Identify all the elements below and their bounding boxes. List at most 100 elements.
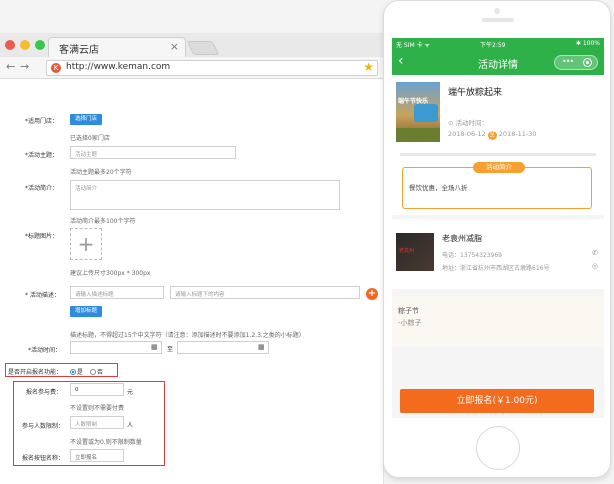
add-title-button[interactable]: 增加标题 bbox=[70, 306, 103, 317]
tab-bar: 客满云店 × bbox=[0, 33, 384, 57]
speaker-icon bbox=[482, 18, 514, 22]
plus-icon: + bbox=[77, 232, 95, 256]
phone-icon[interactable]: ✆ bbox=[592, 249, 598, 257]
subject-hint: 活动主题最多20个字符 bbox=[70, 169, 132, 176]
browser-window: 客满云店 × ← → K http://www.keman.com ★ *适用门… bbox=[0, 33, 384, 484]
end-date-input[interactable] bbox=[177, 341, 269, 354]
url-text: http://www.keman.com bbox=[66, 62, 171, 72]
new-tab-button[interactable] bbox=[186, 41, 220, 55]
address-bar: ← → K http://www.keman.com ★ bbox=[0, 57, 384, 79]
poster-grass bbox=[396, 128, 440, 142]
screen: 客满云店 × ← → K http://www.keman.com ★ *适用门… bbox=[0, 0, 614, 484]
shop-name: 老袁州减脂 bbox=[442, 234, 482, 243]
home-button[interactable] bbox=[476, 426, 520, 470]
desc-label: * 活动描述： bbox=[25, 292, 60, 299]
activity-poster: 端午节快乐 bbox=[396, 82, 440, 142]
signup-yes-label: 是 bbox=[77, 369, 84, 376]
shop-card: 老袁州 老袁州减脂 电话：13754323969 地址：浙江省杭州市西湖区古墩路… bbox=[392, 219, 604, 289]
limit-unit: 人 bbox=[127, 422, 134, 429]
activity-form: *适用门店： 选择门店 已选择0家门店 *活动主题： 活动主题 活动主题最多20… bbox=[0, 79, 384, 484]
divider bbox=[400, 153, 596, 156]
status-bar: 无 SIM 卡 ᯤ 下午2:59 ✱ 100% bbox=[392, 38, 604, 50]
poster-text: 端午节快乐 bbox=[398, 98, 429, 105]
desc-title-input[interactable]: 请输入描述标题 bbox=[70, 286, 164, 299]
phone-frame: 无 SIM 卡 ᯤ 下午2:59 ✱ 100% ‹ 活动详情 ••• 端午节快乐… bbox=[383, 0, 611, 478]
activity-card: 端午节快乐 端午放粽起来 ⊙ 活动时间： 2018-06-12 至 2018-11-… bbox=[392, 75, 604, 157]
maximize-window-button[interactable] bbox=[35, 40, 45, 50]
intro-textarea[interactable]: 活动简介 bbox=[70, 180, 340, 210]
extra-sub: -小粽子 bbox=[398, 319, 422, 327]
activity-title: 端午放粽起来 bbox=[448, 88, 503, 98]
radio-checked-icon bbox=[70, 369, 76, 375]
status-time: 下午2:59 bbox=[480, 42, 506, 49]
shop-phone: 电话：13754323969 bbox=[442, 252, 502, 259]
intro-box: 活动简介 餐饮优惠，全场八折 bbox=[402, 162, 592, 209]
image-label: *标题图片： bbox=[25, 233, 59, 240]
mini-program-capsule: ••• bbox=[554, 55, 598, 70]
carrier-status: 无 SIM 卡 ᯤ bbox=[396, 42, 430, 49]
close-circle-icon[interactable] bbox=[583, 58, 592, 67]
subject-label: *活动主题： bbox=[25, 152, 59, 159]
start-date-input[interactable] bbox=[70, 341, 162, 354]
start-date: 2018-06-12 bbox=[448, 130, 486, 138]
store-label: *适用门店： bbox=[25, 118, 59, 125]
phone-screen: 无 SIM 卡 ᯤ 下午2:59 ✱ 100% ‹ 活动详情 ••• 端午节快乐… bbox=[392, 38, 604, 418]
shop-image-text: 老袁州 bbox=[399, 248, 415, 254]
to-badge: 至 bbox=[487, 131, 497, 140]
forward-icon[interactable]: → bbox=[20, 60, 29, 73]
shop-image: 老袁州 bbox=[396, 233, 434, 271]
browser-tab[interactable]: 客满云店 × bbox=[48, 37, 186, 57]
calendar-icon[interactable]: ▦ bbox=[258, 343, 265, 351]
fee-input[interactable]: 0 bbox=[70, 383, 124, 396]
back-icon[interactable]: ← bbox=[6, 60, 15, 73]
time-label-text: 活动时间： bbox=[455, 119, 489, 127]
signup-no-label: 否 bbox=[97, 369, 104, 376]
subject-input[interactable]: 活动主题 bbox=[70, 146, 236, 159]
signup-no-radio[interactable]: 否 bbox=[90, 367, 103, 376]
signup-yes-radio[interactable]: 是 bbox=[70, 367, 83, 376]
signup-button[interactable]: 立即报名(￥1.00元) bbox=[400, 389, 594, 413]
btn-name-label: 报名按钮名称： bbox=[22, 455, 65, 462]
url-input[interactable]: K http://www.keman.com ★ bbox=[46, 60, 378, 76]
time-label: *活动时间： bbox=[28, 347, 62, 354]
intro-text: 餐饮优惠，全场八折 bbox=[409, 184, 468, 192]
image-upload-box[interactable]: + bbox=[70, 228, 102, 260]
limit-hint: 不设置或为0,则不限制数量 bbox=[70, 439, 142, 446]
limit-input[interactable]: 人数限制 bbox=[70, 416, 124, 429]
btn-name-input[interactable]: 立即报名 bbox=[70, 449, 124, 462]
activity-dates: 2018-06-12 至 2018-11-30 bbox=[448, 130, 537, 140]
fee-hint: 不设置则不需要付费 bbox=[70, 405, 125, 412]
nav-bar: ‹ 活动详情 ••• bbox=[392, 50, 604, 75]
shop-address: 地址：浙江省杭州市西湖区古墩路616号 bbox=[442, 265, 550, 272]
extra-card: 粽子节 -小粽子 bbox=[392, 296, 604, 346]
site-favicon-icon: K bbox=[51, 63, 61, 73]
close-window-button[interactable] bbox=[5, 40, 15, 50]
tab-title: 客满云店 bbox=[59, 45, 99, 56]
intro-card: 活动简介 餐饮优惠，全场八折 bbox=[392, 157, 604, 215]
time-to: 至 bbox=[167, 346, 174, 353]
minimize-window-button[interactable] bbox=[20, 40, 30, 50]
close-icon[interactable]: × bbox=[170, 40, 179, 53]
camera-icon bbox=[494, 8, 500, 14]
intro-tag: 活动简介 bbox=[473, 162, 525, 173]
image-hint: 建议上传尺寸300px * 300px bbox=[70, 270, 151, 277]
store-hint: 已选择0家门店 bbox=[70, 135, 110, 142]
fee-unit: 元 bbox=[127, 389, 134, 396]
intro-label: *活动简介： bbox=[25, 185, 59, 192]
location-pin-icon[interactable]: ◎ bbox=[592, 262, 598, 270]
desc-hint: 描述标题，不得超过15个中文字符（请注意：添加描述时不要添加1.2.3.之类的小… bbox=[70, 332, 305, 339]
desc-content-input[interactable]: 请输入标题下的内容 bbox=[170, 286, 360, 299]
calendar-icon[interactable]: ▦ bbox=[151, 343, 158, 351]
limit-label: 参与人数限制： bbox=[22, 423, 65, 430]
end-date: 2018-11-30 bbox=[498, 130, 537, 138]
bookmark-star-icon[interactable]: ★ bbox=[363, 60, 374, 74]
more-icon[interactable]: ••• bbox=[562, 57, 574, 66]
select-store-button[interactable]: 选择门店 bbox=[70, 114, 103, 125]
activity-time-label: ⊙ 活动时间： bbox=[448, 119, 489, 127]
battery-status: ✱ 100% bbox=[575, 40, 600, 47]
add-circle-icon[interactable]: + bbox=[366, 288, 378, 300]
intro-hint: 活动简介最多100个字符 bbox=[70, 218, 136, 225]
fee-label: 报名参与费： bbox=[26, 389, 63, 396]
signup-enable-label: 是否开启报名功能： bbox=[8, 369, 63, 376]
poster-car bbox=[414, 104, 438, 122]
